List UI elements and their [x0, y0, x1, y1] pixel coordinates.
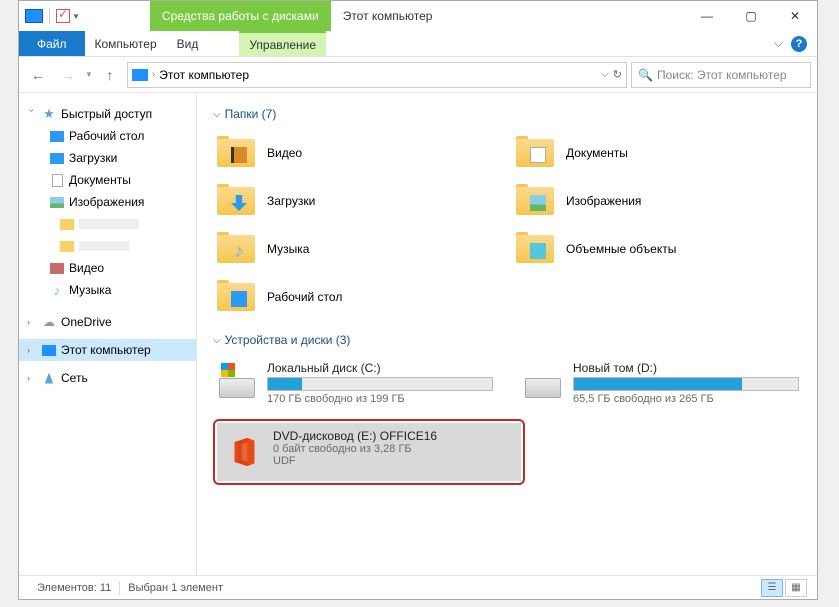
- nav-network[interactable]: ›Сеть: [19, 367, 196, 389]
- ribbon-tabs: Файл Компьютер Вид Управление ⌵ ?: [19, 31, 817, 57]
- windows-icon: [221, 363, 235, 377]
- nav-hidden-folder-1[interactable]: [19, 213, 196, 235]
- drive-c[interactable]: Локальный диск (C:) 170 ГБ свободно из 1…: [213, 357, 509, 413]
- context-tab-label: Средства работы с дисками: [150, 1, 331, 31]
- nav-hidden-folder-2[interactable]: [19, 235, 196, 257]
- nav-music[interactable]: ♪Музыка: [19, 279, 196, 301]
- status-bar: Элементов: 11 Выбран 1 элемент ☰ ▦: [19, 575, 817, 599]
- folder-music[interactable]: ♪Музыка: [213, 227, 502, 271]
- music-icon: ♪: [49, 283, 65, 297]
- ribbon-collapse-icon[interactable]: ⌵: [774, 36, 783, 51]
- qat-dropdown[interactable]: ▼: [72, 12, 80, 21]
- separator: [49, 8, 50, 24]
- refresh-icon[interactable]: ↻: [613, 68, 622, 81]
- minimize-button[interactable]: —: [685, 1, 729, 31]
- view-tiles-button[interactable]: ▦: [785, 579, 807, 597]
- content-area: ⌵ Папки (7) Видео Документы Загрузки Изо…: [197, 93, 817, 575]
- nav-documents[interactable]: Документы: [19, 169, 196, 191]
- chevron-right-icon[interactable]: ›: [27, 373, 37, 383]
- address-text: Этот компьютер: [159, 68, 249, 82]
- folder-pictures[interactable]: Изображения: [512, 179, 801, 223]
- nav-quick-access[interactable]: › ★ Быстрый доступ: [19, 103, 196, 125]
- back-button[interactable]: ←: [25, 62, 51, 88]
- status-item-count: Элементов: 11: [29, 582, 119, 594]
- properties-qat-button[interactable]: [56, 9, 70, 23]
- nav-pictures[interactable]: Изображения: [19, 191, 196, 213]
- chevron-right-icon[interactable]: ›: [27, 345, 37, 355]
- section-drives[interactable]: ⌵ Устройства и диски (3): [213, 333, 801, 347]
- nav-downloads[interactable]: Загрузки: [19, 147, 196, 169]
- nav-onedrive[interactable]: ›☁OneDrive: [19, 311, 196, 333]
- drive-dvd-selected[interactable]: DVD-дисковод (E:) OFFICE16 0 байт свобод…: [217, 423, 521, 481]
- tab-view[interactable]: Вид: [167, 31, 209, 56]
- history-dropdown[interactable]: ▼: [85, 70, 93, 79]
- tab-manage[interactable]: Управление: [239, 31, 326, 56]
- folder-downloads[interactable]: Загрузки: [213, 179, 502, 223]
- address-dropdown-icon[interactable]: ⌵: [600, 68, 608, 81]
- drive-d[interactable]: Новый том (D:) 65,5 ГБ свободно из 265 Г…: [519, 357, 815, 413]
- nav-videos[interactable]: Видео: [19, 257, 196, 279]
- app-icon[interactable]: [25, 9, 43, 23]
- office-icon: [223, 429, 263, 475]
- close-button[interactable]: ✕: [773, 1, 817, 31]
- titlebar: ▼ Средства работы с дисками Этот компьют…: [19, 1, 817, 31]
- chevron-down-icon: ⌵: [213, 335, 221, 346]
- help-icon[interactable]: ?: [791, 36, 807, 52]
- status-selection: Выбран 1 элемент: [120, 582, 231, 594]
- address-bar: ← → ▼ ↑ › Этот компьютер ⌵ ↻ 🔍 Поиск: Эт…: [19, 57, 817, 93]
- pc-icon: [132, 69, 148, 81]
- tab-file[interactable]: Файл: [19, 31, 85, 56]
- window-title: Этот компьютер: [343, 9, 433, 23]
- search-icon: 🔍: [638, 68, 653, 82]
- maximize-button[interactable]: ▢: [729, 1, 773, 31]
- window-controls: — ▢ ✕: [685, 1, 817, 31]
- folder-desktop[interactable]: Рабочий стол: [213, 275, 502, 319]
- chevron-right-icon[interactable]: ›: [27, 317, 37, 327]
- explorer-window: ▼ Средства работы с дисками Этот компьют…: [18, 0, 818, 600]
- cloud-icon: ☁: [41, 315, 57, 329]
- address-input[interactable]: › Этот компьютер ⌵ ↻: [127, 62, 627, 88]
- tab-computer[interactable]: Компьютер: [85, 31, 167, 56]
- up-button[interactable]: ↑: [97, 62, 123, 88]
- search-input[interactable]: 🔍 Поиск: Этот компьютер: [631, 62, 811, 88]
- quick-access-toolbar: ▼: [19, 1, 80, 31]
- nav-desktop[interactable]: Рабочий стол: [19, 125, 196, 147]
- section-folders[interactable]: ⌵ Папки (7): [213, 107, 801, 121]
- navigation-pane: › ★ Быстрый доступ Рабочий стол Загрузки…: [19, 93, 197, 575]
- nav-this-pc[interactable]: ›Этот компьютер: [19, 339, 196, 361]
- star-icon: ★: [41, 107, 57, 121]
- folder-documents[interactable]: Документы: [512, 131, 801, 175]
- chevron-down-icon[interactable]: ›: [27, 109, 37, 119]
- forward-button[interactable]: →: [55, 62, 81, 88]
- search-placeholder: Поиск: Этот компьютер: [657, 68, 787, 82]
- folder-videos[interactable]: Видео: [213, 131, 502, 175]
- folder-3d-objects[interactable]: Объемные объекты: [512, 227, 801, 271]
- highlight-box: DVD-дисковод (E:) OFFICE16 0 байт свобод…: [213, 419, 525, 485]
- chevron-down-icon: ⌵: [213, 109, 221, 120]
- view-details-button[interactable]: ☰: [761, 579, 783, 597]
